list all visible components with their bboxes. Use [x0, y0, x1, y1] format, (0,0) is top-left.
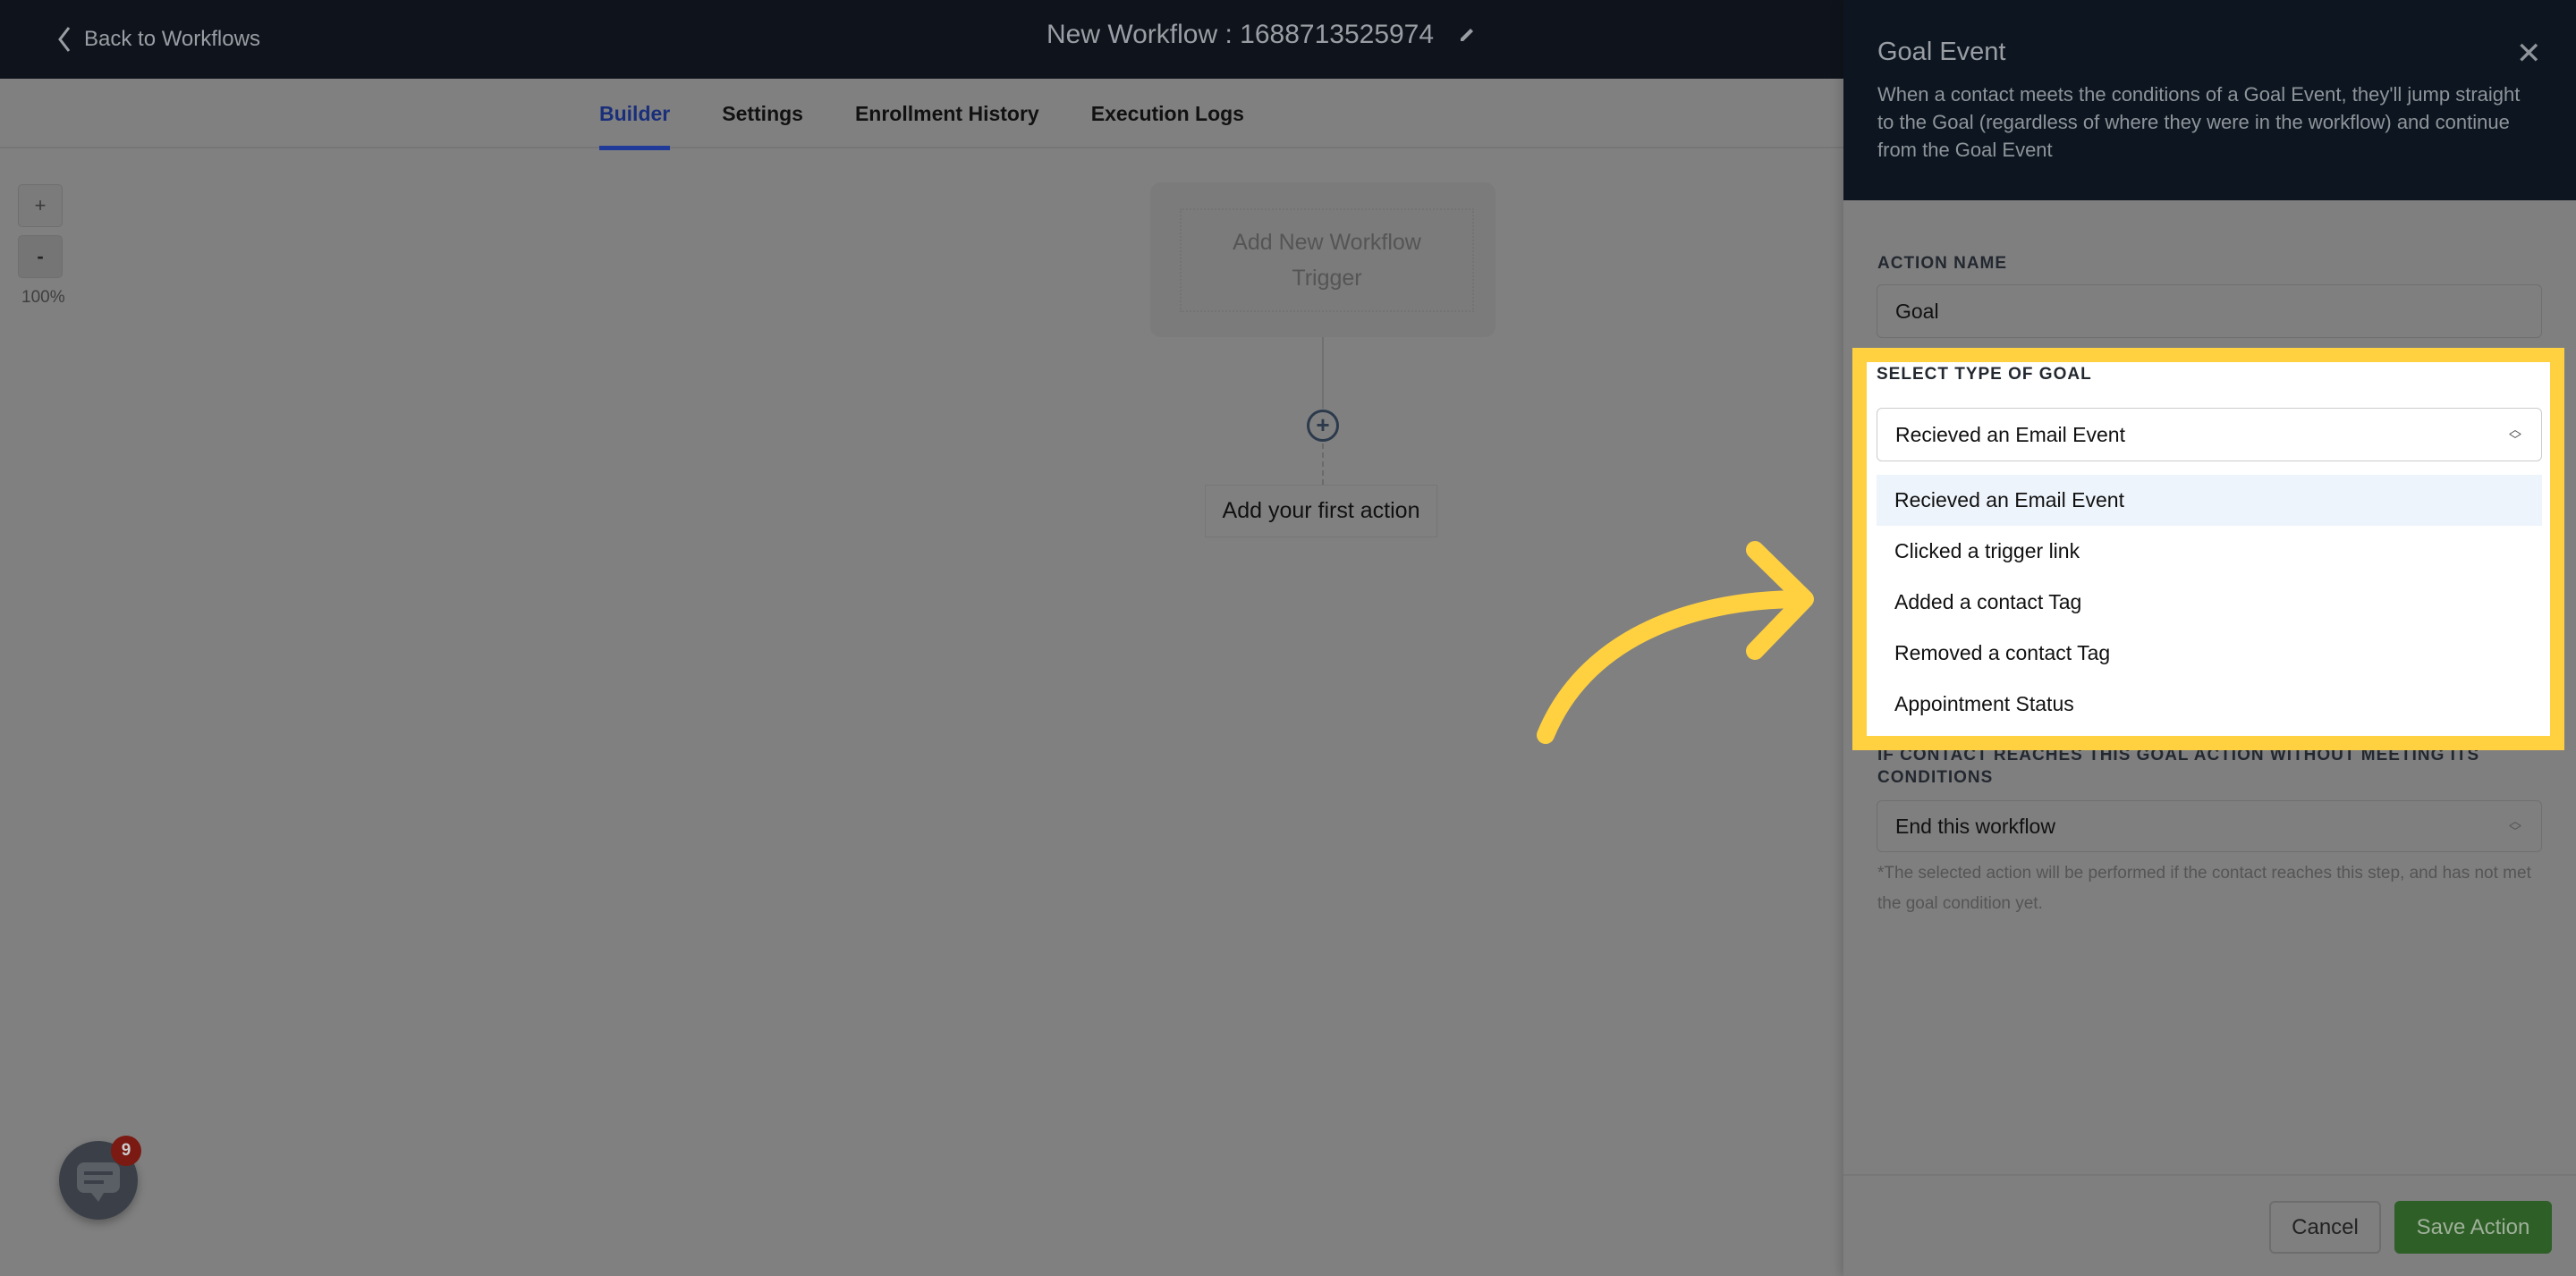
tab-execution-logs[interactable]: Execution Logs — [1091, 79, 1244, 148]
add-action-plus-icon[interactable]: + — [1307, 410, 1339, 442]
connector-line — [1322, 337, 1324, 409]
notification-badge: 9 — [111, 1136, 141, 1166]
workflow-title-text: New Workflow : 1688713525974 — [1046, 20, 1435, 49]
zoom-out-button[interactable]: - — [18, 235, 63, 278]
zoom-in-button[interactable]: + — [18, 184, 63, 227]
goal-type-select[interactable]: Recieved an Email Event ︿ ﹀ — [1877, 408, 2542, 461]
goal-option[interactable]: Recieved an Email Event — [1877, 475, 2542, 526]
tab-builder[interactable]: Builder — [599, 79, 671, 150]
goal-option[interactable]: Removed a contact Tag — [1877, 628, 2542, 679]
fallback-select[interactable]: End this workflow ︿ ﹀ — [1877, 800, 2542, 852]
panel-header: Goal Event ✕ When a contact meets the co… — [1843, 0, 2576, 200]
tab-bar: Builder Settings Enrollment History Exec… — [0, 79, 1843, 150]
cancel-button[interactable]: Cancel — [2269, 1201, 2381, 1254]
back-to-workflows-link[interactable]: Back to Workflows — [57, 23, 260, 55]
tab-settings[interactable]: Settings — [722, 79, 803, 148]
panel-title: Goal Event — [1877, 38, 2006, 66]
goal-option[interactable]: Clicked a trigger link — [1877, 526, 2542, 577]
fallback-select-value: End this workflow — [1895, 814, 2055, 838]
select-chevron-icon: ︿ ﹀ — [2509, 814, 2521, 839]
goal-option[interactable]: Added a contact Tag — [1877, 577, 2542, 628]
chevron-left-icon — [58, 27, 71, 52]
panel-description: When a contact meets the conditions of a… — [1877, 83, 2521, 161]
save-action-button[interactable]: Save Action — [2394, 1201, 2552, 1254]
goal-type-label: SELECT TYPE OF GOAL — [1877, 365, 2092, 384]
helper-text: *The selected action will be performed i… — [1877, 864, 2531, 913]
goal-type-select-value: Recieved an Email Event — [1895, 422, 2125, 446]
action-name-label: ACTION NAME — [1877, 254, 2008, 273]
select-chevron-icon: ︿ ﹀ — [2509, 422, 2521, 447]
action-name-input[interactable]: Goal — [1877, 284, 2542, 338]
tab-enrollment-history[interactable]: Enrollment History — [855, 79, 1039, 148]
connector-dashed-line — [1322, 444, 1324, 485]
goal-option[interactable]: Appointment Status — [1877, 679, 2542, 730]
close-icon[interactable]: ✕ — [2516, 36, 2542, 72]
arrow-annotation-icon — [1537, 541, 1814, 744]
add-first-action-button[interactable]: Add your first action — [1205, 485, 1437, 537]
workflow-title: New Workflow : 1688713525974 — [1046, 20, 1477, 50]
back-label: Back to Workflows — [84, 27, 260, 51]
panel-footer-divider — [1843, 1174, 2576, 1176]
pencil-icon[interactable] — [1457, 25, 1477, 45]
fallback-label: IF CONTACT REACHES THIS GOAL ACTION WITH… — [1877, 746, 2480, 787]
zoom-level: 100% — [21, 288, 65, 307]
add-trigger-button[interactable]: Add New Workflow Trigger — [1180, 208, 1474, 312]
